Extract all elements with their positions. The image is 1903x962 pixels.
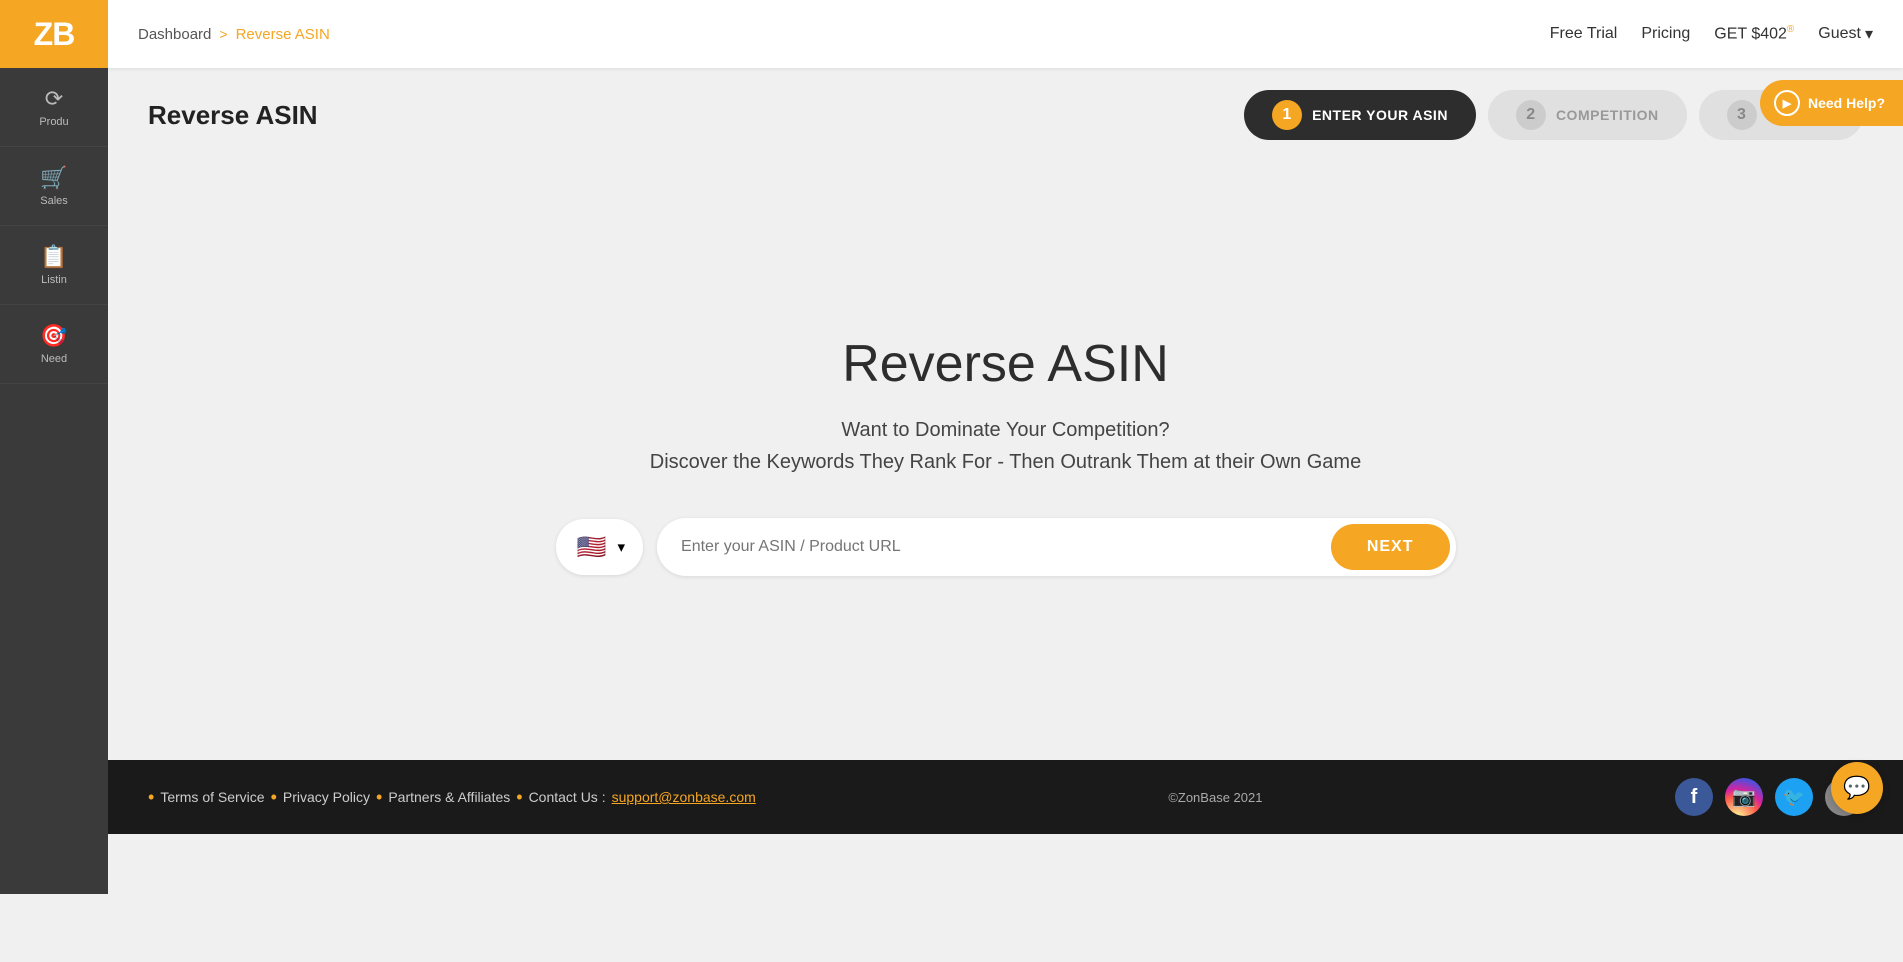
products-icon: ⟳ xyxy=(45,86,63,112)
main-heading: Reverse ASIN xyxy=(842,334,1169,394)
flag-icon: 🇺🇸 xyxy=(574,529,610,565)
facebook-icon[interactable]: f xyxy=(1675,778,1713,816)
need-icon: 🎯 xyxy=(40,323,67,349)
breadcrumb: Dashboard > Reverse ASIN xyxy=(138,26,1550,43)
step-3-num: 3 xyxy=(1727,100,1757,130)
get-amount-text: GET $402 xyxy=(1714,26,1787,43)
guest-menu[interactable]: Guest ▾ xyxy=(1818,24,1873,44)
page-title: Reverse ASIN xyxy=(148,100,318,131)
get-amount-link[interactable]: GET $402® xyxy=(1714,24,1794,43)
country-selector[interactable]: 🇺🇸 ▾ xyxy=(556,519,644,575)
chat-icon: 💬 xyxy=(1843,775,1870,801)
sub-line-1: Want to Dominate Your Competition? xyxy=(650,414,1361,446)
pricing-link[interactable]: Pricing xyxy=(1641,25,1690,43)
sidebar-label-need: Need xyxy=(41,353,67,365)
header-actions: Free Trial Pricing GET $402® Guest ▾ xyxy=(1550,24,1873,44)
sub-line-2: Discover the Keywords They Rank For - Th… xyxy=(650,446,1361,478)
contact-email[interactable]: support@zonbase.com xyxy=(612,789,756,805)
step-1[interactable]: 1 ENTER YOUR ASIN xyxy=(1244,90,1476,140)
asin-search-input[interactable] xyxy=(657,522,1325,572)
need-help-button[interactable]: ▶ Need Help? xyxy=(1760,80,1903,126)
footer-links: • Terms of Service • Privacy Policy • Pa… xyxy=(148,787,756,808)
copyright-text: ©ZonBase 2021 xyxy=(1168,790,1262,805)
step-1-num: 1 xyxy=(1272,100,1302,130)
terms-link[interactable]: Terms of Service xyxy=(160,789,264,805)
breadcrumb-current: Reverse ASIN xyxy=(236,26,330,43)
content-area: Reverse ASIN Want to Dominate Your Compe… xyxy=(108,150,1903,760)
breadcrumb-home[interactable]: Dashboard xyxy=(138,26,211,43)
footer: • Terms of Service • Privacy Policy • Pa… xyxy=(108,760,1903,834)
contact-label: Contact Us : xyxy=(529,789,606,805)
breadcrumb-separator: > xyxy=(219,26,227,42)
logo[interactable]: ZB xyxy=(0,0,108,68)
step-1-label: ENTER YOUR ASIN xyxy=(1312,107,1448,123)
step-2[interactable]: 2 COMPETITION xyxy=(1488,90,1687,140)
footer-dot-1: • xyxy=(148,787,154,808)
step-2-num: 2 xyxy=(1516,100,1546,130)
free-trial-link[interactable]: Free Trial xyxy=(1550,25,1618,43)
step-2-label: COMPETITION xyxy=(1556,107,1659,123)
partners-link[interactable]: Partners & Affiliates xyxy=(388,789,510,805)
sub-text: Want to Dominate Your Competition? Disco… xyxy=(650,414,1361,478)
footer-dot-2: • xyxy=(271,787,277,808)
chevron-down-icon: ▾ xyxy=(618,538,626,556)
page-title-bar: Reverse ASIN 1 ENTER YOUR ASIN 2 COMPETI… xyxy=(108,68,1903,150)
next-button[interactable]: NEXT xyxy=(1331,524,1450,570)
listing-icon: 📋 xyxy=(40,244,67,270)
privacy-link[interactable]: Privacy Policy xyxy=(283,789,370,805)
chat-bubble[interactable]: 💬 xyxy=(1831,762,1883,814)
instagram-icon[interactable]: 📷 xyxy=(1725,778,1763,816)
sidebar-label-products: Produ xyxy=(39,116,68,128)
search-input-container: NEXT xyxy=(657,518,1455,576)
sidebar-label-listing: Listin xyxy=(41,274,67,286)
sidebar-item-need[interactable]: 🎯 Need xyxy=(0,305,108,384)
sidebar-item-products[interactable]: ⟳ Produ xyxy=(0,68,108,147)
twitter-icon[interactable]: 🐦 xyxy=(1775,778,1813,816)
footer-dot-3: • xyxy=(376,787,382,808)
sales-icon: 🛒 xyxy=(40,165,67,191)
chevron-down-icon: ▾ xyxy=(1865,24,1873,44)
sidebar-item-listing[interactable]: 📋 Listin xyxy=(0,226,108,305)
main-content: Reverse ASIN 1 ENTER YOUR ASIN 2 COMPETI… xyxy=(108,68,1903,834)
guest-label: Guest xyxy=(1818,25,1861,43)
get-sup: ® xyxy=(1787,24,1794,35)
play-icon: ▶ xyxy=(1774,90,1800,116)
footer-dot-4: • xyxy=(516,787,522,808)
header: Dashboard > Reverse ASIN Free Trial Pric… xyxy=(108,0,1903,68)
sidebar-item-sales[interactable]: 🛒 Sales xyxy=(0,147,108,226)
logo-text: ZB xyxy=(34,16,75,53)
sidebar-label-sales: Sales xyxy=(40,195,68,207)
sidebar: ZB ⟳ Produ 🛒 Sales 📋 Listin 🎯 Need xyxy=(0,0,108,894)
search-row: 🇺🇸 ▾ NEXT xyxy=(556,518,1456,576)
need-help-label: Need Help? xyxy=(1808,95,1885,111)
